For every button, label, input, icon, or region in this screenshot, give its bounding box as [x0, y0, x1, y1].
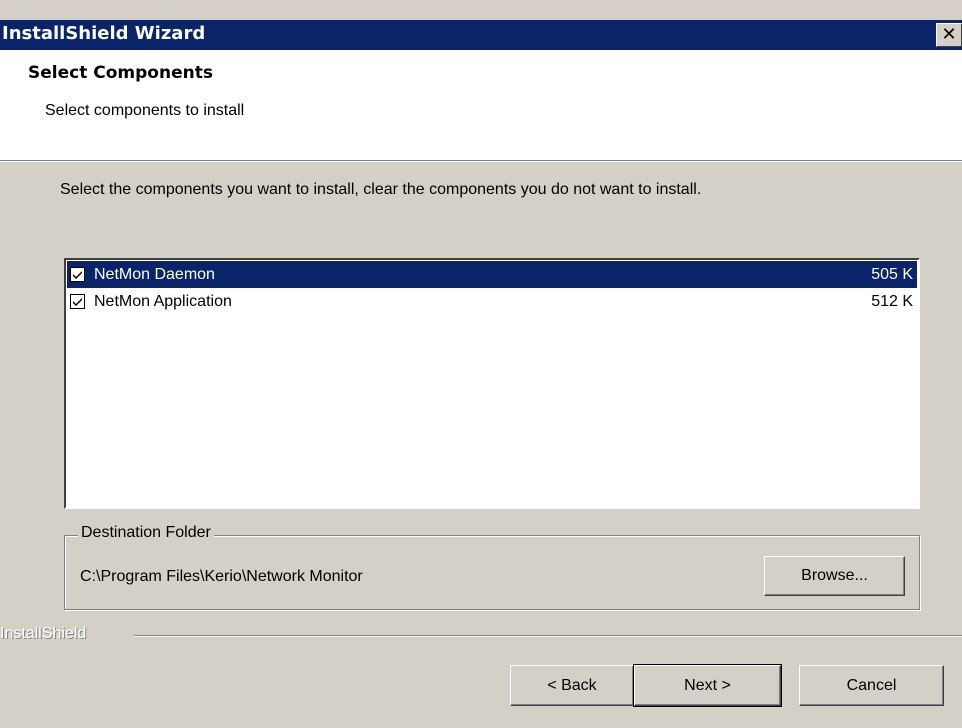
checkmark-icon [73, 298, 82, 306]
component-size: 512 K [871, 293, 913, 310]
list-item-netmon-application[interactable]: NetMon Application 512 K [67, 288, 917, 315]
list-item-netmon-daemon[interactable]: NetMon Daemon 505 K [67, 261, 917, 288]
page-subtitle: Select components to install [45, 102, 245, 119]
header-divider-highlight [0, 161, 962, 162]
title-bar[interactable]: InstallShield Wizard [0, 20, 962, 50]
component-size: 505 K [871, 266, 913, 283]
browse-button[interactable]: Browse... [764, 556, 905, 596]
close-icon: ✕ [941, 24, 957, 45]
close-button[interactable]: ✕ [936, 23, 962, 47]
components-list[interactable]: NetMon Daemon 505 K NetMon Application 5… [64, 258, 920, 509]
back-button[interactable]: < Back [510, 665, 634, 706]
cancel-button[interactable]: Cancel [799, 665, 944, 706]
next-button[interactable]: Next > [633, 664, 782, 707]
wizard-header: Select Components Select components to i… [0, 50, 962, 160]
component-label: NetMon Application [94, 293, 232, 310]
destination-path: C:\Program Files\Kerio\Network Monitor [80, 568, 363, 585]
page-title: Select Components [28, 63, 213, 83]
checkmark-icon [73, 271, 82, 279]
component-checkbox[interactable] [70, 267, 85, 282]
component-checkbox[interactable] [70, 294, 85, 309]
window-title: InstallShield Wizard [2, 23, 206, 44]
destination-folder-legend: Destination Folder [78, 524, 214, 542]
component-label: NetMon Daemon [94, 266, 215, 283]
installshield-wizard-window: InstallShield Wizard ✕ Select Components… [0, 0, 962, 728]
brand-divider-highlight [134, 636, 962, 637]
instruction-text: Select the components you want to instal… [60, 181, 702, 198]
installshield-brand-label: InstallShield [0, 625, 87, 642]
